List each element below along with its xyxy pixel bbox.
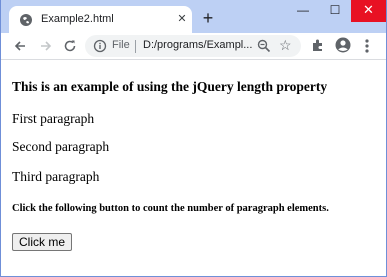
back-button[interactable] [11,37,29,55]
reload-button[interactable] [61,37,79,55]
back-arrow-icon [14,41,25,51]
new-tab-button[interactable]: + [200,9,216,27]
info-icon[interactable] [93,39,107,53]
menu-icon[interactable] [361,37,373,55]
globe-icon [20,14,32,26]
star-icon[interactable]: ☆ [279,37,292,53]
tab-close-icon[interactable]: ✕ [175,12,189,26]
reload-icon [64,40,76,52]
click-me-button[interactable]: Click me [12,233,73,251]
url-text[interactable]: D:/programs/Exampl... [143,39,252,51]
browser-toolbar: File D:/programs/Exampl... ☆ [1,33,386,60]
forward-arrow-icon [41,41,52,51]
minimize-button[interactable]: — [287,0,319,22]
paragraph: Second paragraph [12,139,110,154]
paragraph: Third paragraph [12,169,100,184]
zoom-icon[interactable] [257,39,271,53]
tab-strip: Example2.html ✕ + — ☐ ✕ [1,0,386,33]
extensions-icon[interactable] [311,38,325,52]
instruction-text: Click the following button to count the … [12,203,329,214]
paragraph: First paragraph [12,111,95,126]
close-window-button[interactable]: ✕ [351,0,386,22]
tab-example2[interactable]: Example2.html ✕ [9,6,192,33]
address-bar[interactable]: File D:/programs/Exampl... ☆ [85,35,301,57]
page-content: This is an example of using the jQuery l… [1,60,386,276]
scheme-label: File [112,39,130,51]
address-separator [135,40,136,53]
browser-window: Example2.html ✕ + — ☐ ✕ File D:/programs… [0,0,387,277]
forward-button[interactable] [37,37,55,55]
maximize-button[interactable]: ☐ [319,0,351,22]
profile-icon[interactable] [335,37,351,53]
tab-title: Example2.html [41,13,114,25]
page-heading: This is an example of using the jQuery l… [12,79,328,94]
